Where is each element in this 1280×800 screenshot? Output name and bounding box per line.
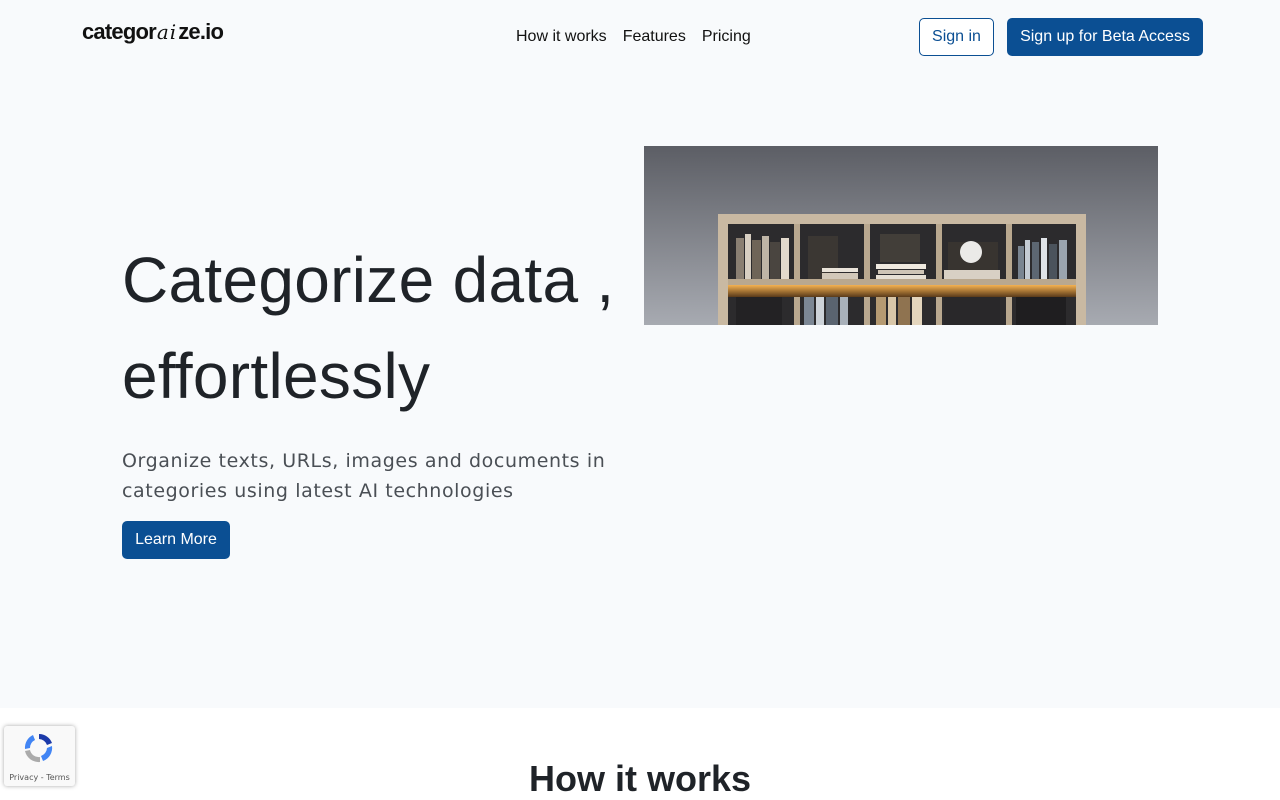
recaptcha-icon [24, 734, 53, 763]
logo-suffix: ze.io [178, 19, 224, 44]
learn-more-button[interactable]: Learn More [122, 521, 230, 559]
recaptcha-privacy-link[interactable]: Privacy [9, 773, 38, 782]
logo[interactable]: categor ai ze.io [82, 19, 224, 47]
recaptcha-badge[interactable]: Privacy - Terms [4, 726, 75, 786]
logo-prefix: categor [82, 19, 157, 44]
hero-subtitle: Organize texts, URLs, images and documen… [122, 450, 606, 502]
how-it-works-title: How it works [528, 758, 752, 799]
hero-title-line2: effortlessly [122, 340, 431, 412]
nav-how-it-works[interactable]: How it works [516, 27, 607, 47]
hero-title-line1: Categorize data , [122, 244, 615, 316]
main-nav: How it works Features Pricing [516, 27, 751, 47]
sign-in-button[interactable]: Sign in [919, 18, 994, 56]
bookshelf-image [644, 146, 1158, 325]
bookshelf-illustration [644, 146, 1158, 325]
nav-pricing[interactable]: Pricing [702, 27, 751, 47]
nav-features[interactable]: Features [623, 27, 686, 47]
hero-title: Categorize data , effortlessly [122, 232, 642, 424]
recaptcha-links: Privacy - Terms [4, 773, 75, 782]
logo-ai: ai [156, 20, 178, 44]
site-header: categor ai ze.io How it works Features Pri… [0, 0, 1280, 72]
recaptcha-terms-link[interactable]: Terms [46, 773, 70, 782]
sign-up-beta-button[interactable]: Sign up for Beta Access [1007, 18, 1203, 56]
recaptcha-separator: - [40, 773, 44, 782]
